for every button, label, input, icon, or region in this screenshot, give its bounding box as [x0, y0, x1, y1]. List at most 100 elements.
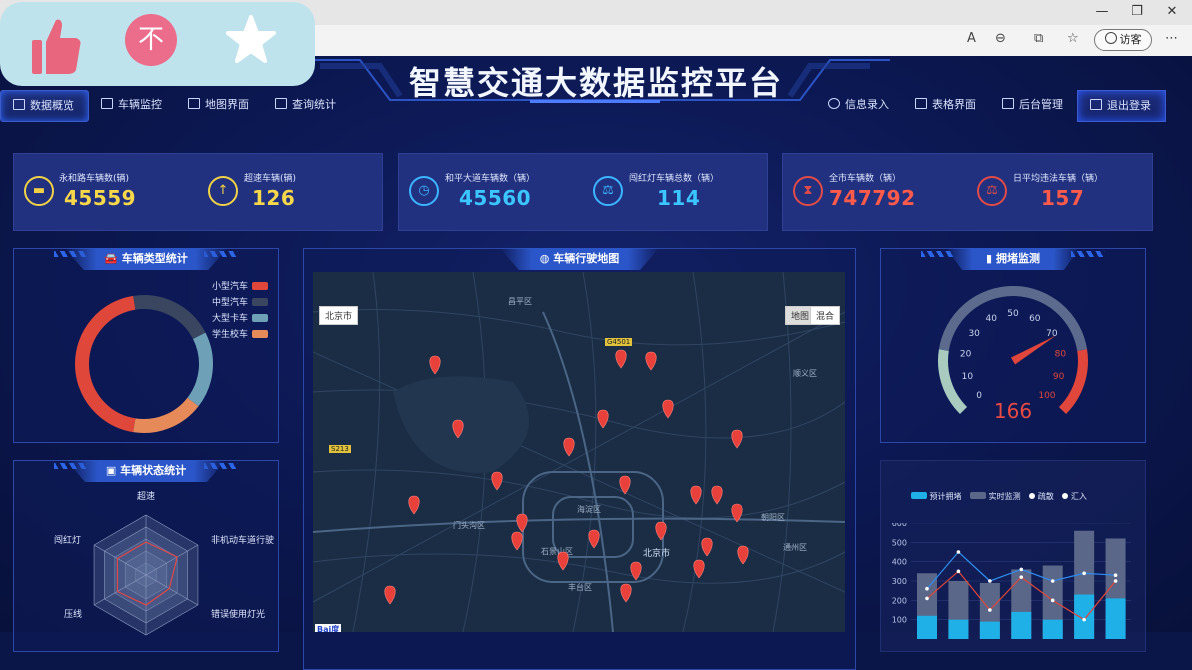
timer-icon: ◷	[409, 176, 439, 206]
series-point	[1082, 571, 1086, 576]
legend-item: 大型卡车	[212, 311, 269, 324]
y-tick-label: 600	[892, 523, 907, 528]
donut-chart	[75, 295, 213, 433]
series-point	[956, 550, 961, 554]
stat-label: 闯红灯车辆总数（辆）	[629, 174, 720, 184]
legend-swatch	[1029, 493, 1036, 499]
stat-item: ◷ 和平大道车辆数（辆） 45560	[399, 154, 583, 230]
minimize-button[interactable]: —	[1093, 4, 1111, 19]
map-pin-icon	[655, 521, 667, 541]
nav-table-view[interactable]: 表格界面	[903, 90, 990, 120]
stat-value: 114	[657, 186, 701, 210]
guest-label: 访客	[1119, 33, 1142, 46]
map-pin-icon	[615, 349, 627, 369]
nav-map-view[interactable]: 地图界面	[176, 90, 263, 120]
map-view[interactable]: 北京市 地图 混合 昌平区 门头沟区 海淀区 北京市 石景山区 丰台区 朝阳区 …	[313, 272, 845, 632]
stat-item: ▬ 永和路车辆数(辆) 45559	[14, 154, 198, 230]
more-menu-icon[interactable]: ⋯	[1165, 31, 1178, 46]
car-icon	[101, 98, 113, 109]
nav-admin[interactable]: 后台管理	[990, 90, 1077, 120]
y-tick-label: 100	[892, 616, 907, 625]
gauge-tick-label: 20	[960, 349, 972, 359]
legend-swatch	[252, 282, 269, 290]
radar-axis-label: 压线	[64, 610, 83, 620]
legend-item: 学生校车	[212, 327, 269, 340]
nav-label: 地图界面	[205, 98, 249, 111]
bank-icon	[188, 98, 200, 109]
y-tick-label: 400	[892, 558, 907, 567]
nav-info-entry[interactable]: 信息录入	[816, 90, 903, 120]
gauge-tick-label: 40	[985, 314, 997, 324]
chart-icon	[275, 98, 287, 109]
dislike-icon[interactable]: 不	[125, 14, 177, 66]
nav-query-stats[interactable]: 查询统计	[263, 90, 350, 120]
map-pin-icon	[737, 545, 749, 565]
stat-item: ↑ 超速车辆(辆) 126	[198, 154, 382, 230]
favorites-icon[interactable]: ☆	[1067, 31, 1079, 46]
panel-vehicle-type: 🚘 车辆类型统计 小型汽车 中型汽车 大型卡车 学生校车	[13, 248, 279, 443]
gauge-tick-label: 50	[1007, 309, 1019, 319]
map-pin-icon	[645, 351, 657, 371]
gauge-tick-label: 80	[1055, 349, 1067, 359]
y-tick-label: 200	[892, 596, 907, 605]
panel-congestion-trend: 预计拥堵 实时监测 疏散 汇入 600 500 400 300 200 100	[880, 460, 1146, 652]
stat-value: 747792	[829, 186, 916, 210]
nav-label: 数据概览	[30, 99, 74, 112]
split-screen-icon[interactable]: ⧉	[1034, 31, 1043, 46]
nav-vehicle-monitor[interactable]: 车辆监控	[89, 90, 176, 120]
gauge-tick-label: 60	[1029, 314, 1041, 324]
donut-slice	[133, 397, 199, 433]
bar-forecast	[948, 619, 969, 639]
car-icon: ▬	[24, 176, 54, 206]
nav-label: 信息录入	[845, 98, 889, 111]
star-icon[interactable]	[225, 14, 277, 66]
panel-title: ▣ 车辆状态统计	[65, 460, 227, 482]
bar-forecast	[979, 621, 1000, 639]
legend-item: 小型汽车	[212, 279, 269, 292]
dashboard: 智慧交通大数据监控平台 数据概览 车辆监控 地图界面 查询统计 信息录入 表格界…	[0, 56, 1192, 670]
close-button[interactable]: ✕	[1163, 4, 1181, 19]
profile-icon	[1104, 32, 1117, 44]
panel-title: 🚘 车辆类型统计	[64, 248, 228, 270]
stat-value: 45559	[64, 186, 137, 210]
restore-button[interactable]: ❐	[1128, 4, 1146, 19]
series-point	[1113, 573, 1118, 577]
series-point	[1050, 598, 1055, 603]
address-bar[interactable]	[300, 27, 960, 51]
map-pin-icon	[429, 355, 441, 375]
stat-label: 全市车辆数（辆）	[829, 174, 902, 184]
logout-button[interactable]: 退出登录	[1077, 90, 1166, 122]
radar-axis-label: 错误使用灯光	[211, 610, 266, 620]
read-aloud-icon[interactable]: A	[967, 31, 976, 46]
series-point	[925, 596, 929, 601]
thumbs-up-icon[interactable]	[28, 14, 84, 78]
speed-icon: ↑	[208, 176, 238, 206]
series-point	[1019, 567, 1024, 572]
panel-title-text: 车辆行驶地图	[553, 252, 620, 265]
series-point	[925, 586, 929, 591]
stat-card-road: ▬ 永和路车辆数(辆) 45559 ↑ 超速车辆(辆) 126	[13, 153, 383, 231]
gauge-tick-label: 30	[968, 329, 980, 339]
legend-swatch	[252, 330, 269, 338]
y-tick-label: 500	[892, 538, 907, 547]
stat-label: 和平大道车辆数（辆）	[445, 174, 536, 184]
bar-chart: 600 500 400 300 200 100	[892, 523, 1131, 639]
stat-label: 超速车辆(辆)	[244, 174, 297, 184]
panel-title-text: 拥堵监测	[995, 252, 1040, 265]
guest-profile-button[interactable]: 访客	[1094, 29, 1152, 51]
gauge-tick-label: 10	[962, 372, 974, 382]
zoom-icon[interactable]: ⊖	[995, 31, 1006, 46]
map-pin-icon	[693, 559, 705, 579]
gauge-tick-label: 90	[1053, 372, 1065, 382]
stat-item: ⚖ 闯红灯车辆总数（辆） 114	[583, 154, 767, 230]
stat-card-city: ⧗ 全市车辆数（辆） 747792 ⚖ 日平均违法车辆（辆） 157	[782, 153, 1153, 231]
stat-item: ⧗ 全市车辆数（辆） 747792	[783, 154, 967, 230]
gear-icon	[828, 98, 840, 109]
legend-swatch	[252, 314, 269, 322]
legend-label: 汇入	[1070, 492, 1087, 501]
radar-axis-label: 闯红灯	[54, 536, 82, 546]
nav-data-overview[interactable]: 数据概览	[0, 90, 89, 122]
scale-icon: ⚖	[977, 176, 1007, 206]
gauge-needle	[1010, 335, 1057, 365]
radar-axis-label: 非机动车道行驶	[211, 536, 275, 546]
